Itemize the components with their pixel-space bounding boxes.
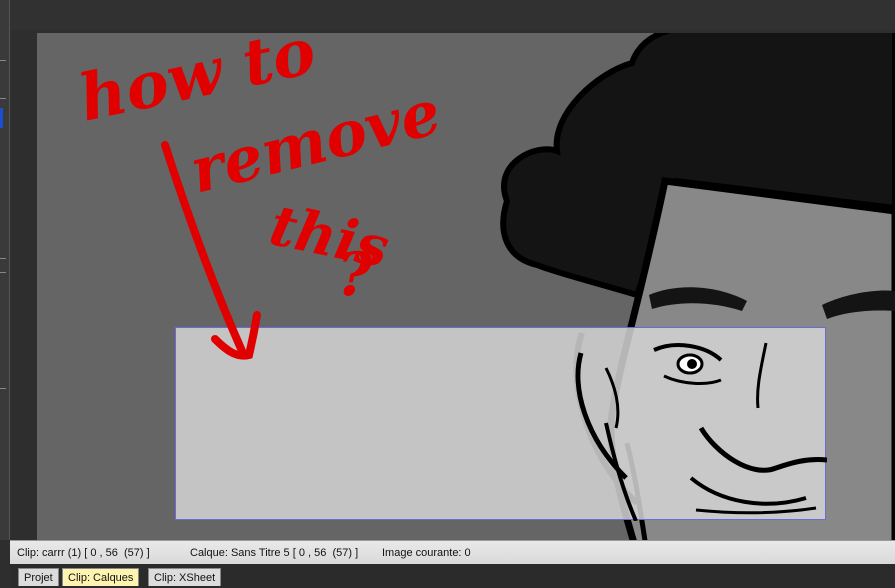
drawing-canvas[interactable]: how to remove this ?	[37, 33, 895, 543]
selection-indicator	[0, 108, 3, 128]
top-toolbar	[10, 0, 895, 30]
tab-bar: Projet Clip: Calques Clip: XSheet	[10, 564, 895, 588]
annotation-line-4: ?	[337, 240, 373, 310]
status-bar: Clip: carrr (1) [ 0 , 56 (57) ] Calque: …	[10, 540, 895, 565]
tab-clip-xsheet[interactable]: Clip: XSheet	[148, 568, 222, 586]
clip-info: Clip: carrr (1) [ 0 , 56 (57) ]	[17, 547, 150, 559]
handwritten-annotation: how to remove this ?	[73, 33, 448, 360]
tab-projet[interactable]: Projet	[18, 568, 59, 586]
left-tool-strip[interactable]	[0, 0, 10, 540]
current-image: Image courante: 0	[382, 547, 471, 559]
annotation-line-3: this	[264, 192, 395, 281]
tab-clip-calques[interactable]: Clip: Calques	[62, 568, 140, 586]
drawing-viewport[interactable]: how to remove this ?	[10, 30, 895, 543]
layer-info: Calque: Sans Titre 5 [ 0 , 56 (57) ]	[190, 547, 359, 559]
